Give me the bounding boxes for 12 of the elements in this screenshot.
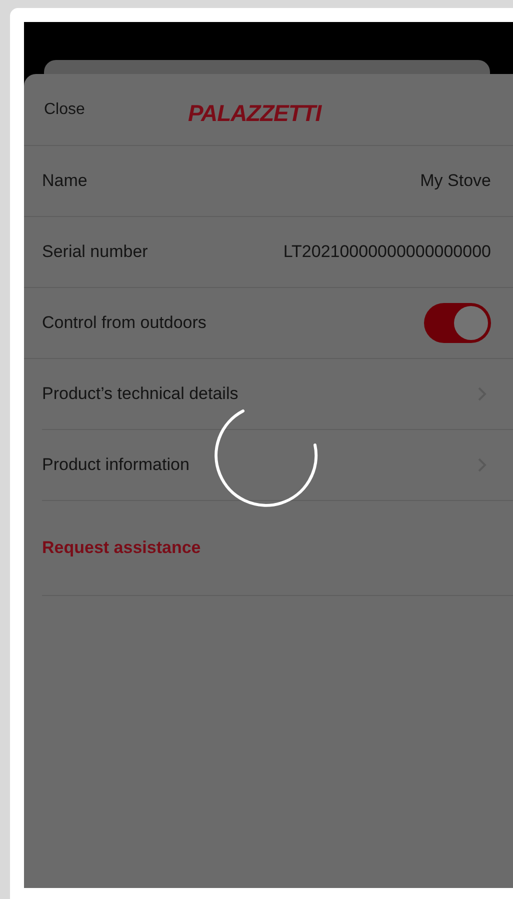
brand-logo: PALAZZETTI <box>188 99 322 128</box>
row-value: LT20210000000000000000 <box>283 241 491 264</box>
row-label: Product’s technical details <box>42 383 238 406</box>
list-item[interactable]: Product’s technical details <box>42 359 513 430</box>
row-value: My Stove <box>420 170 491 192</box>
row-label: Control from outdoors <box>42 312 206 334</box>
request-assistance-link[interactable]: Request assistance <box>42 535 201 561</box>
close-button[interactable]: Close <box>44 98 85 122</box>
list-item[interactable]: Product information <box>42 430 513 501</box>
row-label: Product information <box>42 454 190 476</box>
row-label: Serial number <box>42 241 148 264</box>
row-label: Name <box>42 170 88 192</box>
